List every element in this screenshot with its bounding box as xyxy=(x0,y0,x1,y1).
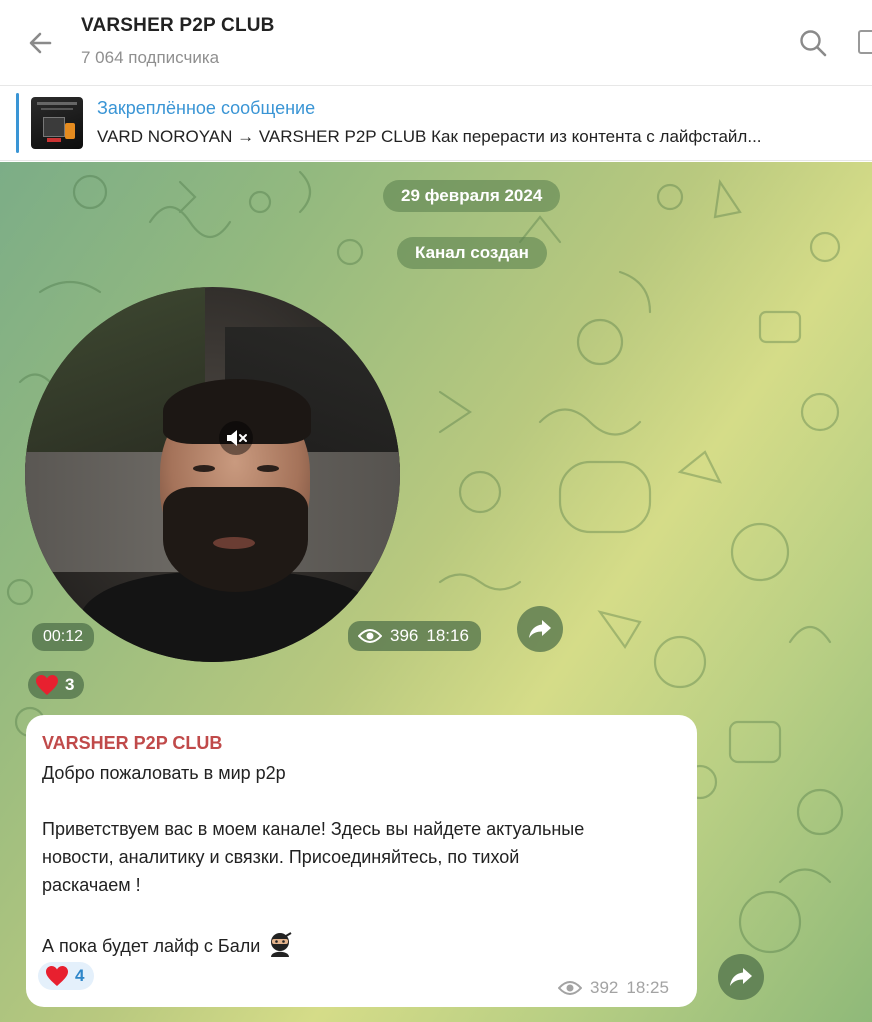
message-meta: 392 18:25 xyxy=(558,978,669,998)
forward-button[interactable] xyxy=(517,606,563,652)
chat-area[interactable]: 29 февраля 2024 Канал создан 00:12 396 1… xyxy=(0,162,872,1022)
subscriber-count: 7 064 подписчика xyxy=(81,48,220,67)
pinned-thumbnail xyxy=(31,97,83,149)
reaction-heart[interactable]: 3 xyxy=(28,671,85,699)
pinned-text: VARD NOROYAN → VARSHER P2P CLUB Как пере… xyxy=(97,127,762,146)
message-text-line: раскачаем ! xyxy=(42,875,141,895)
forward-icon xyxy=(529,620,551,638)
forward-button[interactable] xyxy=(718,954,764,1000)
search-icon[interactable] xyxy=(798,28,828,58)
channel-title[interactable]: VARSHER P2P CLUB xyxy=(81,15,275,37)
pinned-label: Закреплённое сообщение xyxy=(97,98,316,118)
mute-icon[interactable] xyxy=(219,421,253,455)
reaction-heart[interactable]: 4 xyxy=(38,962,95,990)
message-text-line: А пока будет лайф с Бали xyxy=(42,936,261,956)
video-views: 396 xyxy=(390,626,419,645)
message-time: 18:25 xyxy=(626,978,669,997)
message-views: 392 xyxy=(590,978,619,997)
reaction-count: 4 xyxy=(75,966,85,985)
message-text-line: новости, аналитику и связки. Присоединяй… xyxy=(42,847,520,867)
chat-header: VARSHER P2P CLUB 7 064 подписчика xyxy=(0,0,872,86)
message-bubble[interactable]: VARSHER P2P CLUB Добро пожаловать в мир … xyxy=(26,715,697,1007)
message-text-line: Приветствуем вас в моем канале! Здесь вы… xyxy=(42,819,585,839)
video-time: 18:16 xyxy=(426,626,469,645)
eye-icon xyxy=(358,629,382,643)
pinned-accent-bar xyxy=(16,93,19,153)
service-message: Канал создан xyxy=(397,237,547,269)
heart-icon xyxy=(36,675,58,695)
video-duration: 00:12 xyxy=(32,623,95,651)
pinned-message-bar[interactable]: Закреплённое сообщение VARD NOROYAN → VA… xyxy=(0,86,872,161)
video-meta: 396 18:16 xyxy=(348,621,481,651)
message-text-line: Добро пожаловать в мир p2p xyxy=(42,763,286,783)
message-author[interactable]: VARSHER P2P CLUB xyxy=(42,733,222,754)
reaction-count: 3 xyxy=(65,675,75,694)
message-text-last-line: А пока будет лайф с Бали xyxy=(42,931,293,957)
ninja-emoji-icon xyxy=(271,932,292,957)
heart-icon xyxy=(46,966,68,986)
date-separator: 29 февраля 2024 xyxy=(383,180,561,212)
eye-icon xyxy=(558,981,582,995)
round-video-message[interactable] xyxy=(25,287,400,662)
back-arrow-icon[interactable] xyxy=(26,28,56,58)
more-icon[interactable] xyxy=(858,30,872,54)
forward-icon xyxy=(730,968,752,986)
